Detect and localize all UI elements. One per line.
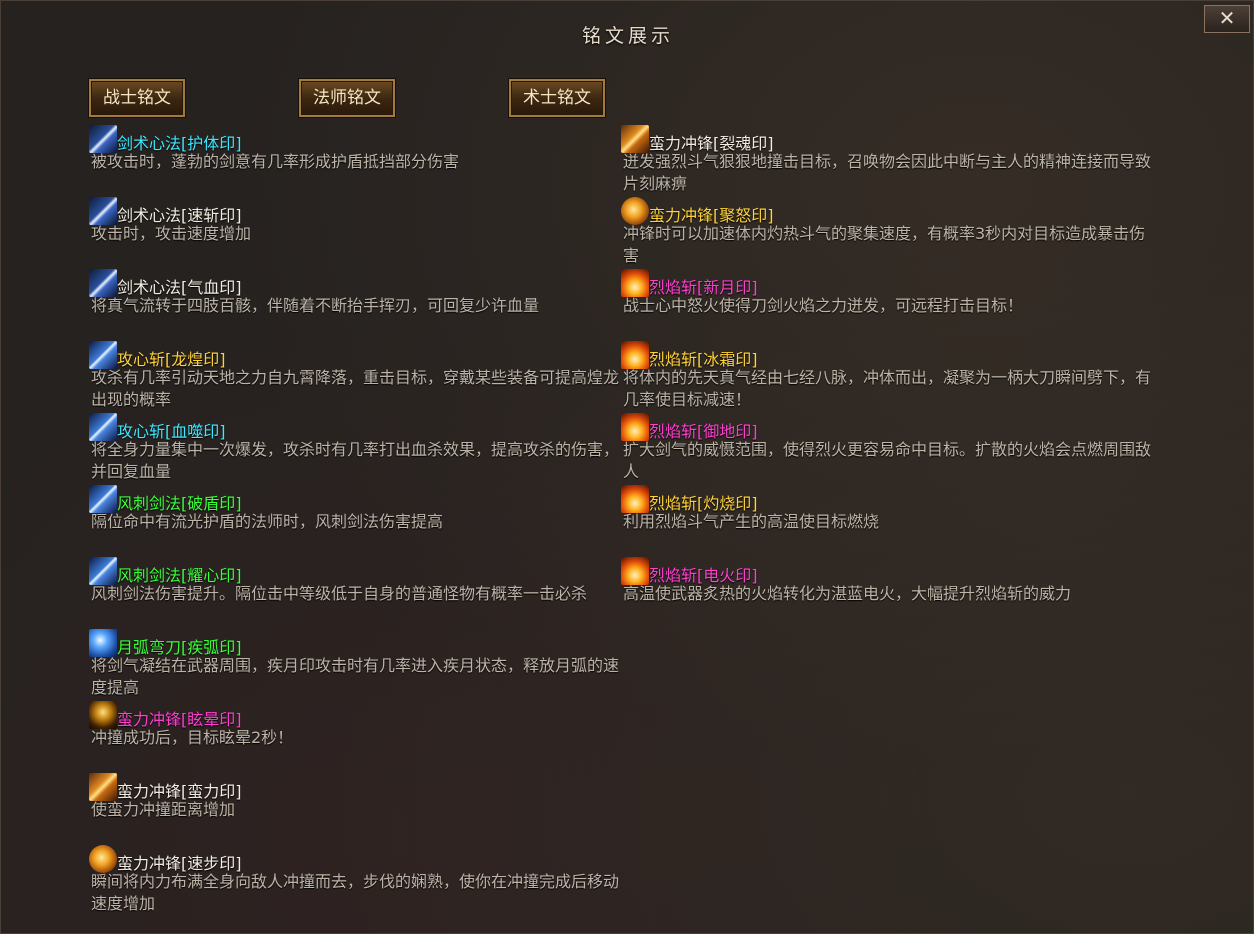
sword2-icon bbox=[89, 485, 117, 513]
person-icon bbox=[89, 701, 117, 729]
inscription-description: 攻击时，攻击速度增加 bbox=[91, 224, 252, 243]
inscription-name: 蛮力冲锋[裂魂印] bbox=[649, 134, 774, 153]
inscription-header: 烈焰斩[冰霜印] bbox=[621, 341, 1151, 369]
inscription-entry[interactable]: 蛮力冲锋[裂魂印] 迸发强烈斗气狠狠地撞击目标，召唤物会因此中断与主人的精神连接而… bbox=[621, 125, 1151, 195]
inscription-header: 风刺剑法[耀心印] bbox=[89, 557, 619, 585]
inscription-header: 月弧弯刀[疾弧印] bbox=[89, 629, 619, 657]
inscription-name: 月弧弯刀[疾弧印] bbox=[117, 638, 242, 657]
inscription-description: 攻杀有几率引动天地之力自九霄降落，重击目标，穿戴某些装备可提高煌龙出现的概率 bbox=[91, 368, 620, 409]
inscription-description: 迸发强烈斗气狠狠地撞击目标，召唤物会因此中断与主人的精神连接而导致片刻麻痹 bbox=[623, 152, 1152, 193]
sword2-icon bbox=[89, 413, 117, 441]
inscription-name: 蛮力冲锋[速步印] bbox=[117, 854, 242, 873]
inscription-panel: 铭文展示 ✕ 战士铭文 法师铭文 术士铭文 剑术心法[护体印] 被攻击时，蓬勃的剑… bbox=[0, 0, 1254, 934]
inscription-name: 烈焰斩[冰霜印] bbox=[649, 350, 758, 369]
inscription-entry[interactable]: 风刺剑法[破盾印] 隔位命中有流光护盾的法师时，风刺剑法伤害提高 bbox=[89, 485, 619, 533]
inscription-description: 高温使武器炙热的火焰转化为湛蓝电火，大幅提升烈焰斩的威力 bbox=[623, 584, 1072, 603]
inscription-header: 蛮力冲锋[聚怒印] bbox=[621, 197, 1151, 225]
close-button[interactable]: ✕ bbox=[1204, 5, 1250, 33]
inscription-entry[interactable]: 蛮力冲锋[蛮力印] 使蛮力冲撞距离增加 bbox=[89, 773, 619, 821]
inscription-description: 将体内的先天真气经由七经八脉，冲体而出，凝聚为一柄大刀瞬间劈下，有几率使目标减速… bbox=[623, 368, 1152, 409]
tab-taoist[interactable]: 术士铭文 bbox=[509, 79, 605, 117]
inscription-description: 扩大剑气的威慑范围，使得烈火更容易命中目标。扩散的火焰会点燃周围敌人 bbox=[623, 440, 1152, 481]
crescent-icon bbox=[89, 629, 117, 657]
inscription-name: 剑术心法[气血印] bbox=[117, 278, 242, 297]
sword-icon bbox=[89, 197, 117, 225]
fire-icon bbox=[621, 341, 649, 369]
inscription-name: 蛮力冲锋[眩晕印] bbox=[117, 710, 242, 729]
inscription-name: 剑术心法[速斩印] bbox=[117, 206, 242, 225]
inscription-description: 冲锋时可以加速体内灼热斗气的聚集速度，有概率3秒内对目标造成暴击伤害 bbox=[623, 224, 1146, 265]
inscription-header: 蛮力冲锋[眩晕印] bbox=[89, 701, 619, 729]
inscription-description: 被攻击时，蓬勃的剑意有几率形成护盾抵挡部分伤害 bbox=[91, 152, 460, 171]
inscription-description: 战士心中怒火使得刀剑火焰之力迸发，可远程打击目标！ bbox=[623, 296, 1024, 315]
inscription-entry[interactable]: 攻心斩[龙煌印] 攻杀有几率引动天地之力自九霄降落，重击目标，穿戴某些装备可提高煌… bbox=[89, 341, 619, 411]
inscription-description: 隔位命中有流光护盾的法师时，风刺剑法伤害提高 bbox=[91, 512, 444, 531]
inscription-header: 攻心斩[龙煌印] bbox=[89, 341, 619, 369]
inscription-entry[interactable]: 剑术心法[气血印] 将真气流转于四肢百骸，伴随着不断抬手挥刃，可回复少许血量 bbox=[89, 269, 619, 317]
inscription-name: 攻心斩[龙煌印] bbox=[117, 350, 226, 369]
inscription-header: 蛮力冲锋[裂魂印] bbox=[621, 125, 1151, 153]
inscription-entry[interactable]: 蛮力冲锋[聚怒印] 冲锋时可以加速体内灼热斗气的聚集速度，有概率3秒内对目标造成暴… bbox=[621, 197, 1151, 267]
inscription-entry[interactable]: 蛮力冲锋[眩晕印] 冲撞成功后，目标眩晕2秒！ bbox=[89, 701, 619, 749]
inscription-name: 烈焰斩[灼烧印] bbox=[649, 494, 758, 513]
inscription-name: 剑术心法[护体印] bbox=[117, 134, 242, 153]
inscription-header: 攻心斩[血噬印] bbox=[89, 413, 619, 441]
inscription-entry[interactable]: 攻心斩[血噬印] 将全身力量集中一次爆发，攻杀时有几率打出血杀效果，提高攻杀的伤害… bbox=[89, 413, 619, 483]
inscription-header: 蛮力冲锋[蛮力印] bbox=[89, 773, 619, 801]
inscription-entry[interactable]: 月弧弯刀[疾弧印] 将剑气凝结在武器周围，疾月印攻击时有几率进入疾月状态，释放月弧… bbox=[89, 629, 619, 699]
inscription-name: 风刺剑法[耀心印] bbox=[117, 566, 242, 585]
inscription-name: 烈焰斩[御地印] bbox=[649, 422, 758, 441]
inscription-header: 剑术心法[护体印] bbox=[89, 125, 619, 153]
inscription-header: 剑术心法[速斩印] bbox=[89, 197, 619, 225]
inscription-entry[interactable]: 烈焰斩[冰霜印] 将体内的先天真气经由七经八脉，冲体而出，凝聚为一柄大刀瞬间劈下，… bbox=[621, 341, 1151, 411]
window-title: 铭文展示 bbox=[581, 25, 674, 47]
dashcircle-icon bbox=[89, 845, 117, 873]
sword2-icon bbox=[89, 341, 117, 369]
sword-icon bbox=[89, 269, 117, 297]
inscription-name: 烈焰斩[电火印] bbox=[649, 566, 758, 585]
inscription-header: 烈焰斩[御地印] bbox=[621, 413, 1151, 441]
inscription-description: 将真气流转于四肢百骸，伴随着不断抬手挥刃，可回复少许血量 bbox=[91, 296, 540, 315]
inscription-description: 风刺剑法伤害提升。隔位击中等级低于自身的普通怪物有概率一击必杀 bbox=[91, 584, 588, 603]
inscription-description: 将全身力量集中一次爆发，攻杀时有几率打出血杀效果，提高攻杀的伤害，并回复血量 bbox=[91, 440, 620, 481]
inscription-entry[interactable]: 蛮力冲锋[速步印] 瞬间将内力布满全身向敌人冲撞而去，步伐的娴熟，使你在冲撞完成后… bbox=[89, 845, 619, 915]
dash-icon bbox=[89, 773, 117, 801]
inscription-name: 烈焰斩[新月印] bbox=[649, 278, 758, 297]
tab-mage[interactable]: 法师铭文 bbox=[299, 79, 395, 117]
inscription-name: 攻心斩[血噬印] bbox=[117, 422, 226, 441]
inscription-entry[interactable]: 剑术心法[速斩印] 攻击时，攻击速度增加 bbox=[89, 197, 619, 245]
fire-icon bbox=[621, 413, 649, 441]
inscription-header: 烈焰斩[新月印] bbox=[621, 269, 1151, 297]
inscription-header: 蛮力冲锋[速步印] bbox=[89, 845, 619, 873]
fire-icon bbox=[621, 557, 649, 585]
inscription-description: 冲撞成功后，目标眩晕2秒！ bbox=[91, 728, 294, 747]
inscription-header: 风刺剑法[破盾印] bbox=[89, 485, 619, 513]
inscription-name: 蛮力冲锋[蛮力印] bbox=[117, 782, 242, 801]
fire-icon bbox=[621, 485, 649, 513]
dashcircle-icon bbox=[621, 197, 649, 225]
inscription-entry[interactable]: 烈焰斩[御地印] 扩大剑气的威慑范围，使得烈火更容易命中目标。扩散的火焰会点燃周围… bbox=[621, 413, 1151, 483]
inscription-description: 将剑气凝结在武器周围，疾月印攻击时有几率进入疾月状态，释放月弧的速度提高 bbox=[91, 656, 620, 697]
inscription-description: 利用烈焰斗气产生的高温使目标燃烧 bbox=[623, 512, 880, 531]
inscription-header: 烈焰斩[灼烧印] bbox=[621, 485, 1151, 513]
fire-icon bbox=[621, 269, 649, 297]
inscription-description: 瞬间将内力布满全身向敌人冲撞而去，步伐的娴熟，使你在冲撞完成后移动速度增加 bbox=[91, 872, 620, 913]
inscription-entry[interactable]: 烈焰斩[新月印] 战士心中怒火使得刀剑火焰之力迸发，可远程打击目标！ bbox=[621, 269, 1151, 317]
inscription-entry[interactable]: 剑术心法[护体印] 被攻击时，蓬勃的剑意有几率形成护盾抵挡部分伤害 bbox=[89, 125, 619, 173]
sword2-icon bbox=[89, 557, 117, 585]
inscription-header: 剑术心法[气血印] bbox=[89, 269, 619, 297]
inscription-header: 烈焰斩[电火印] bbox=[621, 557, 1151, 585]
inscription-entry[interactable]: 风刺剑法[耀心印] 风刺剑法伤害提升。隔位击中等级低于自身的普通怪物有概率一击必杀 bbox=[89, 557, 619, 605]
tab-warrior[interactable]: 战士铭文 bbox=[89, 79, 185, 117]
inscription-entry[interactable]: 烈焰斩[电火印] 高温使武器炙热的火焰转化为湛蓝电火，大幅提升烈焰斩的威力 bbox=[621, 557, 1151, 605]
dash-icon bbox=[621, 125, 649, 153]
inscription-description: 使蛮力冲撞距离增加 bbox=[91, 800, 236, 819]
sword-icon bbox=[89, 125, 117, 153]
inscription-name: 蛮力冲锋[聚怒印] bbox=[649, 206, 774, 225]
inscription-name: 风刺剑法[破盾印] bbox=[117, 494, 242, 513]
inscription-entry[interactable]: 烈焰斩[灼烧印] 利用烈焰斗气产生的高温使目标燃烧 bbox=[621, 485, 1151, 533]
